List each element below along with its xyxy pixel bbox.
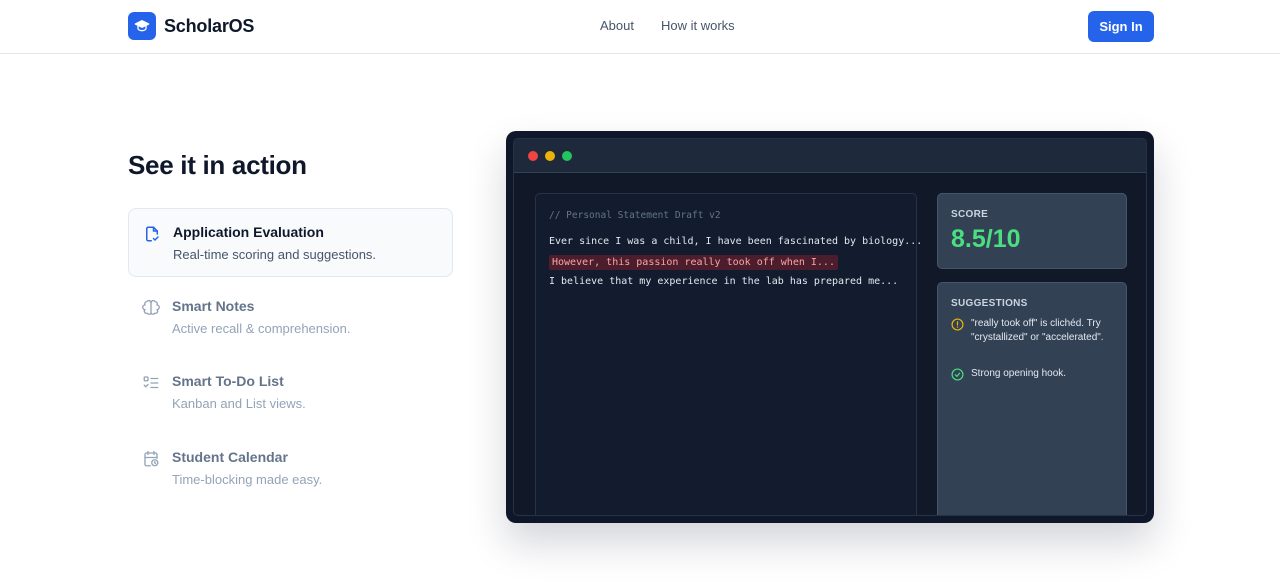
editor-comment: // Personal Statement Draft v2 [549,210,721,221]
window-close-dot [528,151,538,161]
suggestion-item: "really took off" is clichéd. Try "cryst… [951,317,1121,344]
main-nav: About How it works [600,18,735,33]
demo-device: // Personal Statement Draft v2 Ever sinc… [506,131,1154,523]
graduation-cap-icon [128,12,156,40]
feature-title: Smart Notes [172,298,255,314]
statement-editor[interactable]: // Personal Statement Draft v2 Ever sinc… [535,193,922,515]
checklist-icon [142,374,160,392]
section-title: See it in action [128,150,307,180]
site-header: ScholarOS About How it works Sign In [0,0,1280,54]
feature-smart-notes[interactable]: Smart Notes Active recall & comprehensio… [128,283,453,352]
nav-how-it-works[interactable]: How it works [661,18,735,33]
window-maximize-dot [562,151,572,161]
warning-circle-icon [951,318,964,331]
feature-desc: Real-time scoring and suggestions. [173,247,377,262]
feature-application-evaluation[interactable]: Application Evaluation Real-time scoring… [128,208,453,277]
demo-screen: // Personal Statement Draft v2 Ever sinc… [513,138,1147,516]
brand-name: ScholarOS [164,15,255,36]
calendar-clock-icon [142,450,160,468]
suggestions-label: SUGGESTIONS [951,298,1028,309]
suggestions-card: SUGGESTIONS "really took off" is clichéd… [937,282,1127,515]
brain-icon [142,299,160,317]
editor-line: Ever since I was a child, I have been fa… [549,236,923,247]
score-value: 8.5/10 [951,225,1021,253]
brand[interactable]: ScholarOS [128,12,254,40]
suggestion-item: Strong opening hook. [951,367,1121,381]
document-check-icon [143,225,161,243]
score-label: SCORE [951,209,989,220]
suggestion-text: Strong opening hook. [971,368,1067,379]
feature-smart-todo-list[interactable]: Smart To-Do List Kanban and List views. [128,358,453,427]
feature-desc: Kanban and List views. [172,396,306,411]
feature-title: Student Calendar [172,449,288,465]
editor-line-highlighted: However, this passion really took off wh… [549,255,838,270]
feature-title: Application Evaluation [173,224,324,240]
window-minimize-dot [545,151,555,161]
editor-line: I believe that my experience in the lab … [549,276,899,287]
nav-about[interactable]: About [600,18,634,33]
feature-desc: Time-blocking made easy. [172,472,323,487]
score-card: SCORE 8.5/10 [937,193,1127,269]
check-circle-icon [951,368,964,381]
feature-desc: Active recall & comprehension. [172,321,351,336]
sign-in-button[interactable]: Sign In [1088,11,1154,42]
suggestion-text: "really took off" is clichéd. Try "cryst… [971,318,1104,343]
feature-student-calendar[interactable]: Student Calendar Time-blocking made easy… [128,434,453,503]
window-titlebar [514,139,1146,173]
feature-title: Smart To-Do List [172,373,284,389]
